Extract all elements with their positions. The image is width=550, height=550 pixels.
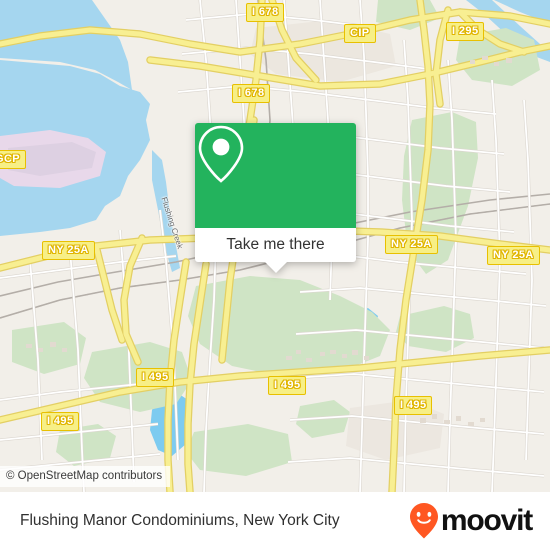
highway-shield-i678-north[interactable]: I 678 — [246, 3, 285, 22]
highway-shield-i495-mid[interactable]: I 495 — [268, 376, 307, 395]
highway-shield-i678-mid[interactable]: I 678 — [232, 84, 271, 103]
highway-shield-i495-east[interactable]: I 495 — [394, 396, 433, 415]
moovit-wordmark: moovit — [440, 504, 533, 537]
moovit-smiley-pin-icon — [409, 503, 438, 539]
location-popup-card[interactable]: Take me there — [195, 123, 356, 273]
highway-shield-ny25a-west[interactable]: NY 25A — [42, 241, 95, 260]
screenshot-root: Flushing Creek I 678 CIP I 295 I 678 GCP… — [0, 0, 550, 550]
highway-shield-gcp[interactable]: GCP — [0, 150, 27, 169]
highway-shield-ny25a-east[interactable]: NY 25A — [487, 246, 540, 265]
popup-pointer-tail — [264, 262, 287, 273]
popup-header — [195, 123, 356, 228]
map-canvas[interactable]: Flushing Creek I 678 CIP I 295 I 678 GCP… — [0, 0, 550, 492]
popup-action-button[interactable]: Take me there — [195, 228, 356, 262]
highway-shield-i495-southwest[interactable]: I 495 — [41, 412, 80, 431]
highway-shield-i495-west[interactable]: I 495 — [136, 368, 175, 387]
location-title: Flushing Manor Condominiums, New York Ci… — [20, 512, 340, 529]
popup-action-label: Take me there — [226, 236, 325, 253]
highway-shield-ny25a-mid[interactable]: NY 25A — [385, 235, 438, 254]
moovit-logo[interactable]: moovit — [409, 502, 533, 540]
map-attribution[interactable]: © OpenStreetMap contributors — [0, 466, 171, 487]
highway-shield-cip[interactable]: CIP — [344, 24, 376, 43]
map-pin-icon — [198, 125, 244, 183]
highway-shield-i295[interactable]: I 295 — [446, 22, 485, 41]
footer-bar: Flushing Manor Condominiums, New York Ci… — [0, 492, 550, 550]
